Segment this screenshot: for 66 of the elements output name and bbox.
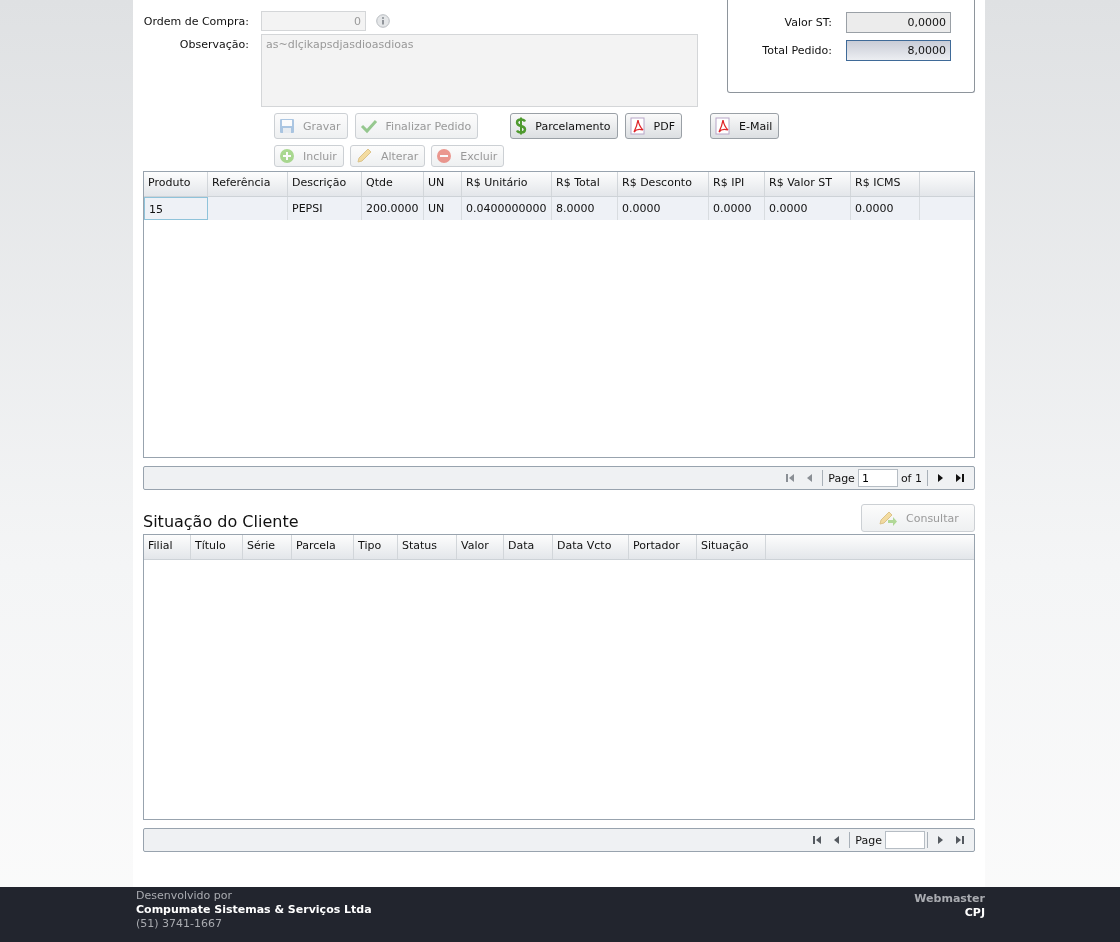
total-field[interactable]: 8,0000 [846, 39, 951, 61]
minus-circle-icon [436, 148, 453, 164]
company-name: Compumate Sistemas & Serviços Ltda [136, 903, 372, 917]
skip-right-icon[interactable] [955, 473, 965, 483]
page-field[interactable] [885, 831, 925, 849]
column-header[interactable]: Produto [144, 172, 208, 196]
total-field[interactable]: 0,0000 [846, 11, 951, 33]
table-cell: 8.0000 [552, 197, 618, 220]
column-header[interactable]: R$ IPI [709, 172, 765, 196]
column-header[interactable]: Data Vcto [553, 535, 629, 559]
column-header[interactable]: Valor [457, 535, 504, 559]
column-header[interactable]: Título [191, 535, 243, 559]
table-cell: PEPSI [288, 197, 362, 220]
section-title: Situação do Cliente [143, 512, 299, 532]
total-label: Valor ST: [783, 15, 833, 29]
pencil-arrow-icon [878, 509, 898, 527]
column-header[interactable]: R$ Total [552, 172, 618, 196]
webmaster-name: CPJ [964, 906, 985, 920]
field-label: Ordem de Compra: [143, 14, 250, 28]
table-cell: 0.0000 [709, 197, 765, 220]
action-button[interactable]: Parcelamento [510, 113, 618, 139]
pdf-icon [629, 117, 646, 135]
table-cell: 200.0000 [362, 197, 424, 220]
step-right-icon[interactable] [935, 473, 945, 483]
pencil-icon [354, 147, 373, 165]
total-label: Total Pedido: [761, 43, 833, 57]
phone-number: (51) 3741-1667 [136, 917, 224, 931]
column-header[interactable]: Situação [697, 535, 766, 559]
skip-left-icon[interactable] [812, 835, 823, 845]
page-label: Page [828, 471, 855, 485]
checkmark-icon [359, 118, 378, 134]
table-row[interactable]: 15 PEPSI 200.0000 UN 0.0400000000 8.0000 0.0000 0.0000 0.0000 0.0000 [144, 197, 974, 220]
table-cell: 15 [144, 197, 208, 220]
page-field[interactable]: 1 [857, 469, 898, 487]
column-header[interactable]: Status [398, 535, 457, 559]
column-header[interactable]: Filial [144, 535, 191, 559]
column-header[interactable]: R$ Unitário [462, 172, 552, 196]
column-header[interactable]: UN [424, 172, 462, 196]
table-cell: 0.0000 [851, 197, 920, 220]
column-header[interactable]: Série [243, 535, 292, 559]
footer-text: Webmaster [914, 892, 985, 906]
footer-text: Desenvolvido por [136, 889, 233, 903]
action-button[interactable]: PDF [624, 113, 682, 139]
action-button[interactable]: E-Mail [710, 113, 780, 139]
plus-circle-icon [279, 148, 295, 164]
skip-right-icon[interactable] [955, 835, 965, 845]
column-header[interactable]: Qtde [362, 172, 424, 196]
column-header[interactable]: Portador [629, 535, 697, 559]
column-header[interactable]: Data [504, 535, 553, 559]
page-label: Page [855, 833, 882, 847]
table-cell: 0.0000 [765, 197, 851, 220]
column-header[interactable]: Parcela [292, 535, 354, 559]
table-cell: 0.0000 [618, 197, 709, 220]
page-count: of 1 [900, 471, 922, 485]
column-header[interactable]: R$ Desconto [618, 172, 709, 196]
step-right-icon[interactable] [935, 835, 945, 845]
column-header[interactable]: Referência [208, 172, 288, 196]
field-label: Observação: [178, 37, 250, 51]
column-header[interactable]: R$ Valor ST [765, 172, 851, 196]
column-header[interactable]: Tipo [354, 535, 398, 559]
column-header[interactable]: Descrição [288, 172, 362, 196]
pdf-icon [715, 117, 731, 135]
dollar-icon [515, 117, 528, 135]
column-header[interactable]: R$ ICMS [851, 172, 920, 196]
table-cell: UN [424, 197, 462, 220]
table-cell: 0.0400000000 [462, 197, 552, 220]
